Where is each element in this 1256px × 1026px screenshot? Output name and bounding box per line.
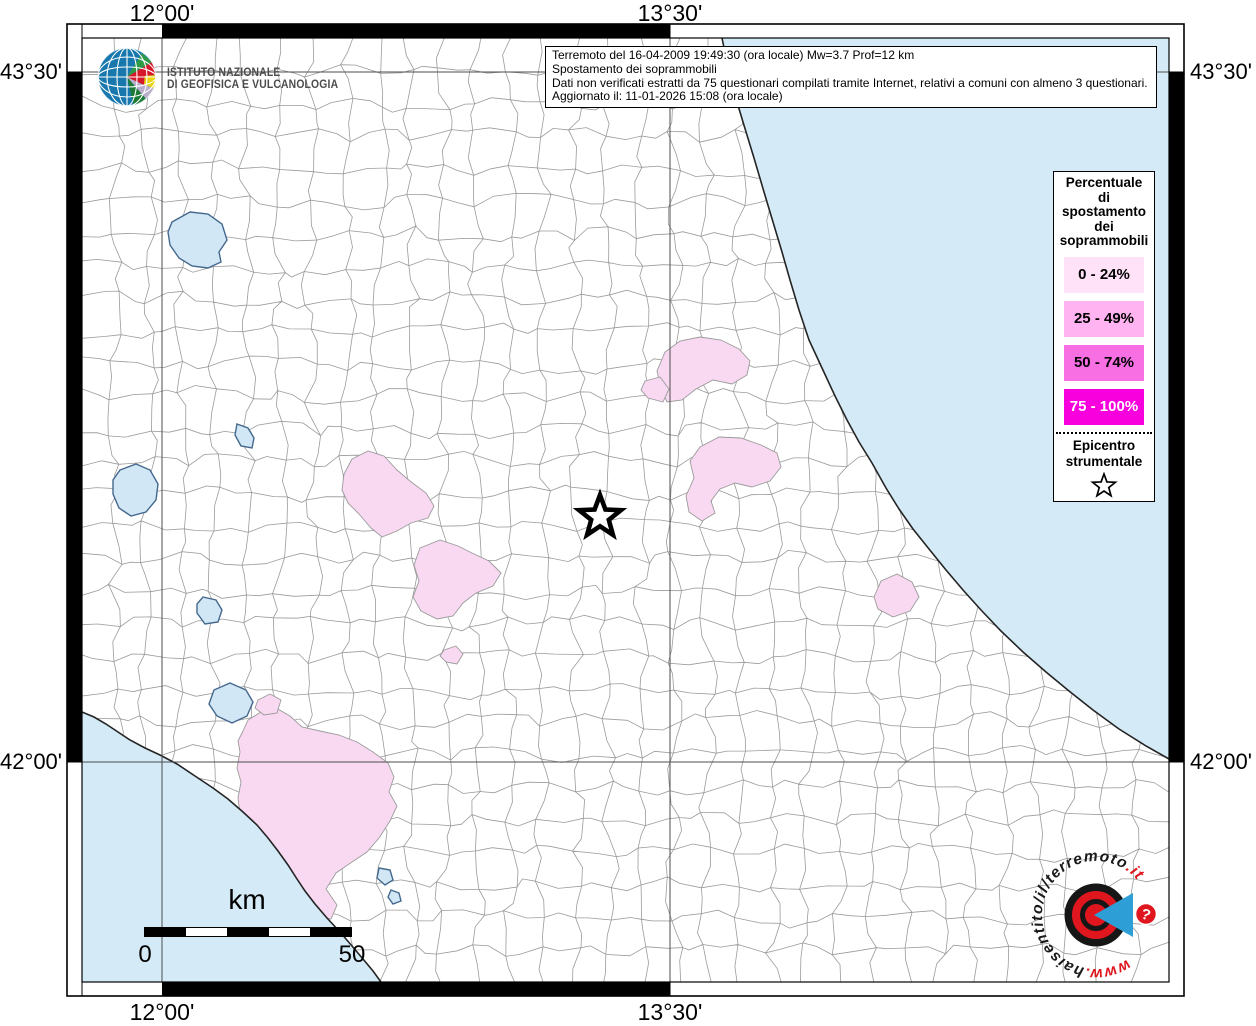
legend-title-line: di: [1054, 191, 1154, 206]
legend-swatch-50-74: 50 - 74%: [1064, 345, 1144, 381]
axis-label-left-top: 43°30': [0, 59, 62, 85]
axis-label-right-top: 43°30': [1190, 59, 1256, 85]
ingv-globe-icon: [96, 46, 158, 108]
axis-label-right-bottom: 42°00': [1190, 749, 1256, 775]
legend-swatch-label: 75 - 100%: [1070, 398, 1138, 415]
legend-swatch-0-24: 0 - 24%: [1064, 257, 1144, 293]
macroseismic-map-page: { "axis": { "top": ["12°00'", "13°30'"],…: [0, 0, 1256, 1024]
legend-swatch-label: 25 - 49%: [1074, 310, 1134, 327]
scalebar: [144, 927, 352, 937]
axis-label-bottom-right: 13°30': [635, 999, 705, 1026]
axis-label-top-right: 13°30': [635, 0, 705, 27]
ingv-name-line2: DI GEOFISICA E VULCANOLOGIA: [167, 79, 338, 92]
legend-title-line: dei: [1054, 220, 1154, 235]
epicenter-legend-label: Epicentro strumentale: [1054, 438, 1154, 470]
legend-swatch-label: 0 - 24%: [1078, 266, 1130, 283]
epicenter-label-line: strumentale: [1054, 454, 1154, 470]
ingv-wordmark: ISTITUTO NAZIONALE DI GEOFISICA E VULCAN…: [167, 67, 338, 92]
axis-label-top-left: 12°00': [127, 0, 197, 27]
legend-swatch-label: 50 - 74%: [1074, 354, 1134, 371]
map-canvas: www.haisentito/il/terremoto.it?: [0, 0, 1256, 1024]
legend-title-line: Percentuale: [1054, 176, 1154, 191]
scalebar-segment: [269, 928, 310, 936]
ingv-name-line1: ISTITUTO NAZIONALE: [167, 67, 338, 80]
info-line-quantity: Spostamento dei soprammobili: [552, 63, 1150, 77]
info-line-event: Terremoto del 16-04-2009 19:49:30 (ora l…: [552, 49, 1150, 63]
scalebar-segment: [186, 928, 227, 936]
legend-swatch-75-100: 75 - 100%: [1064, 389, 1144, 425]
epicenter-label-line: Epicentro: [1054, 438, 1154, 454]
axis-label-left-bottom: 42°00': [0, 749, 62, 775]
scalebar-segment: [227, 928, 268, 936]
legend-title-line: soprammobili: [1054, 234, 1154, 249]
legend-swatch-25-49: 25 - 49%: [1064, 301, 1144, 337]
legend-panel: Percentuale di spostamento dei soprammob…: [1053, 171, 1155, 502]
axis-label-bottom-left: 12°00': [127, 999, 197, 1026]
ingv-logo: ISTITUTO NAZIONALE DI GEOFISICA E VULCAN…: [96, 46, 357, 108]
scalebar-end-label: 50: [334, 941, 370, 969]
scalebar-start-label: 0: [129, 941, 161, 969]
scalebar-unit-label: km: [144, 884, 350, 916]
legend-title-line: spostamento: [1054, 205, 1154, 220]
scalebar-segment: [310, 928, 351, 936]
legend-title: Percentuale di spostamento dei soprammob…: [1054, 172, 1154, 249]
scalebar-segment: [145, 928, 186, 936]
epicenter-star-icon: [1090, 472, 1118, 499]
info-line-updated: Aggiornato il: 11-01-2026 15:08 (ora loc…: [552, 90, 1150, 104]
info-line-source: Dati non verificati estratti da 75 quest…: [552, 77, 1150, 91]
legend-divider: [1056, 432, 1152, 434]
info-box: Terremoto del 16-04-2009 19:49:30 (ora l…: [545, 46, 1157, 108]
